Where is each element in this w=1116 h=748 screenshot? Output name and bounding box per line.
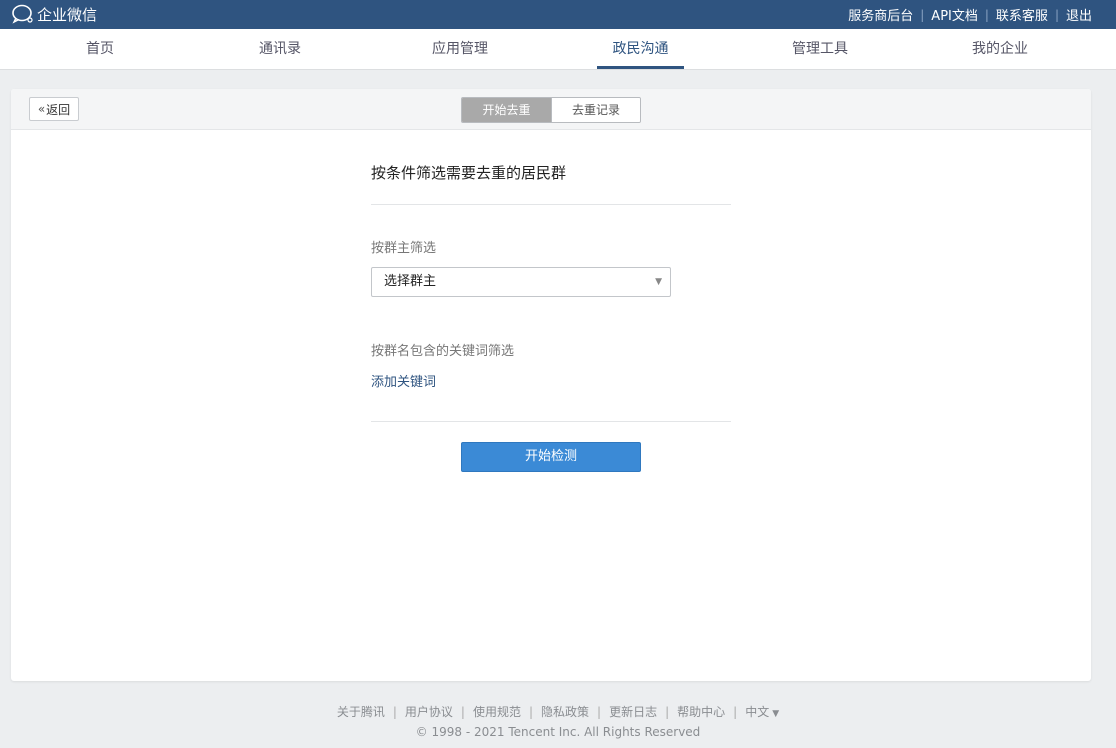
separator: | bbox=[984, 7, 989, 22]
top-bar: 企业微信 服务商后台 | API文档 | 联系客服 | 退出 bbox=[0, 0, 1116, 29]
separator: | bbox=[597, 705, 602, 719]
tab-dedup-records[interactable]: 去重记录 bbox=[551, 98, 640, 122]
footer-about-link[interactable]: 关于腾讯 bbox=[337, 705, 385, 719]
footer-changelog-link[interactable]: 更新日志 bbox=[609, 705, 657, 719]
footer-help-link[interactable]: 帮助中心 bbox=[677, 705, 725, 719]
nav-item-my-company[interactable]: 我的企业 bbox=[960, 29, 1040, 69]
footer-user-agreement-link[interactable]: 用户协议 bbox=[405, 705, 453, 719]
separator: | bbox=[528, 705, 534, 719]
divider bbox=[371, 204, 731, 205]
start-detection-button[interactable]: 开始检测 bbox=[461, 442, 641, 472]
wecom-logo-icon bbox=[11, 3, 35, 25]
caret-down-icon: ▼ bbox=[655, 277, 662, 287]
panel-header: « 返回 开始去重 去重记录 bbox=[11, 89, 1091, 130]
nav-item-tools[interactable]: 管理工具 bbox=[780, 29, 860, 69]
owner-select[interactable]: 选择群主 ▼ bbox=[371, 267, 671, 297]
top-links: 服务商后台 | API文档 | 联系客服 | 退出 bbox=[848, 0, 1092, 29]
contact-support-link[interactable]: 联系客服 bbox=[996, 5, 1048, 24]
separator: | bbox=[392, 705, 397, 719]
brand-logo[interactable]: 企业微信 bbox=[11, 3, 97, 25]
brand-name: 企业微信 bbox=[37, 5, 98, 24]
api-docs-link[interactable]: API文档 bbox=[931, 5, 978, 24]
main-nav: 首页 通讯录 应用管理 政民沟通 管理工具 我的企业 bbox=[0, 29, 1116, 70]
language-selector[interactable]: 中文 ▼ bbox=[745, 705, 779, 719]
add-keyword-link[interactable]: 添加关键词 bbox=[371, 371, 436, 390]
tab-start-dedup[interactable]: 开始去重 bbox=[462, 98, 551, 122]
nav-item-apps[interactable]: 应用管理 bbox=[420, 29, 500, 69]
separator: | bbox=[1054, 7, 1059, 22]
separator: | bbox=[665, 705, 670, 719]
logout-link[interactable]: 退出 bbox=[1066, 5, 1092, 24]
separator: | bbox=[920, 7, 925, 22]
caret-down-icon: ▼ bbox=[772, 709, 780, 719]
mode-tabs: 开始去重 去重记录 bbox=[461, 97, 641, 123]
nav-item-contacts[interactable]: 通讯录 bbox=[240, 29, 320, 69]
footer-privacy-link[interactable]: 隐私政策 bbox=[541, 705, 589, 719]
keyword-filter-label: 按群名包含的关键词筛选 bbox=[371, 344, 515, 359]
separator: | bbox=[460, 705, 465, 719]
divider bbox=[371, 421, 731, 422]
provider-console-link[interactable]: 服务商后台 bbox=[848, 5, 913, 24]
separator: | bbox=[733, 705, 738, 719]
form-title: 按条件筛选需要去重的居民群 bbox=[371, 164, 567, 182]
nav-item-gov-communication[interactable]: 政民沟通 bbox=[597, 29, 684, 69]
owner-filter-label: 按群主筛选 bbox=[371, 241, 437, 256]
footer-links: 关于腾讯 | 用户协议 | 使用规范 | 隐私政策 | 更新日志 | 帮助中心 | 中文 ▼ bbox=[0, 703, 1116, 720]
back-label: 返回 bbox=[46, 102, 71, 117]
language-label: 中文 bbox=[745, 705, 770, 719]
owner-select-value: 选择群主 bbox=[384, 274, 437, 289]
back-button[interactable]: « 返回 bbox=[29, 97, 79, 121]
content-panel: « 返回 开始去重 去重记录 按条件筛选需要去重的居民群 按群主筛选 选择群主 … bbox=[11, 89, 1091, 681]
copyright: © 1998 - 2021 Tencent Inc. All Rights Re… bbox=[415, 725, 701, 739]
footer-usage-rules-link[interactable]: 使用规范 bbox=[473, 705, 521, 719]
nav-item-home[interactable]: 首页 bbox=[60, 29, 140, 69]
double-chevron-left-icon: « bbox=[37, 102, 46, 116]
